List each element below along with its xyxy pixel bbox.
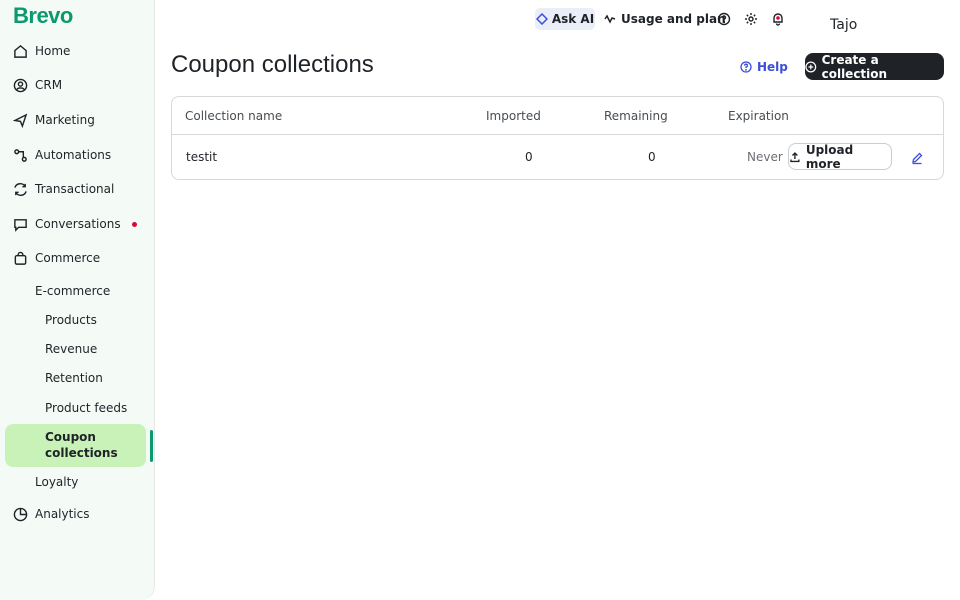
bag-icon xyxy=(13,251,28,266)
sidebar-item-commerce[interactable]: Commerce xyxy=(13,244,147,272)
column-header-expiration[interactable]: Expiration xyxy=(728,109,789,123)
sidebar-item-loyalty[interactable]: Loyalty xyxy=(35,472,78,492)
column-header-remaining[interactable]: Remaining xyxy=(604,109,668,123)
sidebar-item-label: CRM xyxy=(35,78,63,92)
sidebar-item-crm[interactable]: CRM xyxy=(13,71,147,99)
sidebar-item-label: Transactional xyxy=(35,182,115,196)
sidebar-item-automations[interactable]: Automations xyxy=(13,141,147,169)
sidebar-item-retention[interactable]: Retention xyxy=(45,368,103,388)
pie-chart-icon xyxy=(13,507,28,522)
help-icon xyxy=(740,61,752,73)
user-name[interactable]: Tajo xyxy=(830,17,857,33)
sidebar-item-label: Commerce xyxy=(35,251,101,265)
header-divider xyxy=(172,134,943,135)
bell-icon[interactable] xyxy=(771,11,785,26)
help-label: Help xyxy=(757,60,788,74)
sidebar-item-label: Conversations xyxy=(35,217,121,231)
active-indicator xyxy=(150,430,153,462)
ask-ai-label: Ask AI xyxy=(551,12,595,26)
contacts-icon xyxy=(13,78,28,93)
page-title: Coupon collections xyxy=(171,51,374,78)
activity-icon xyxy=(604,14,616,24)
cell-remaining: 0 xyxy=(648,150,656,164)
sidebar: Brevo Home CRM Marketing Automations Tra… xyxy=(0,0,155,600)
collections-table: Collection name Imported Remaining Expir… xyxy=(171,96,944,180)
notification-dot xyxy=(132,221,137,227)
cell-imported: 0 xyxy=(525,150,533,164)
edit-icon[interactable] xyxy=(910,150,924,165)
sidebar-item-home[interactable]: Home xyxy=(13,37,147,65)
cell-collection-name[interactable]: testit xyxy=(186,150,217,164)
usage-label: Usage and plan xyxy=(621,12,726,26)
create-collection-button[interactable]: Create a collection xyxy=(805,52,944,81)
cell-expiration: Never xyxy=(747,150,783,164)
sidebar-item-product-feeds[interactable]: Product feeds xyxy=(45,398,127,418)
usage-and-plan-button[interactable]: Usage and plan xyxy=(604,8,726,30)
help-circle-icon[interactable] xyxy=(717,11,731,26)
sidebar-item-ecommerce[interactable]: E-commerce xyxy=(35,281,110,301)
sidebar-item-marketing[interactable]: Marketing xyxy=(13,106,147,134)
sidebar-item-analytics[interactable]: Analytics xyxy=(13,500,147,528)
column-header-name[interactable]: Collection name xyxy=(185,109,282,123)
sparkle-icon xyxy=(535,13,548,25)
column-header-imported[interactable]: Imported xyxy=(486,109,541,123)
sidebar-item-revenue[interactable]: Revenue xyxy=(45,339,97,359)
upload-icon xyxy=(790,151,800,162)
sidebar-item-label: Home xyxy=(35,44,71,58)
home-icon xyxy=(13,44,28,59)
ask-ai-button[interactable]: Ask AI xyxy=(535,8,595,30)
sidebar-item-transactional[interactable]: Transactional xyxy=(13,175,147,203)
gear-icon[interactable] xyxy=(744,11,758,25)
sidebar-item-conversations[interactable]: Conversations xyxy=(13,210,147,238)
help-link[interactable]: Help xyxy=(740,58,788,76)
sidebar-item-label: Marketing xyxy=(35,113,95,127)
transactional-icon xyxy=(13,182,28,197)
sidebar-item-label: Automations xyxy=(35,148,112,162)
sidebar-item-active-label: Coupon collections xyxy=(45,430,118,460)
chat-icon xyxy=(13,217,28,232)
sidebar-item-products[interactable]: Products xyxy=(45,310,97,330)
upload-more-label: Upload more xyxy=(805,142,854,171)
brevo-logo[interactable]: Brevo xyxy=(13,3,73,29)
upload-more-button[interactable]: Upload more xyxy=(788,142,892,171)
sidebar-item-label: Analytics xyxy=(35,507,90,521)
create-collection-label: Create a collection xyxy=(821,52,888,81)
automation-icon xyxy=(13,148,28,163)
plus-circle-icon xyxy=(805,61,817,72)
send-icon xyxy=(13,112,28,128)
